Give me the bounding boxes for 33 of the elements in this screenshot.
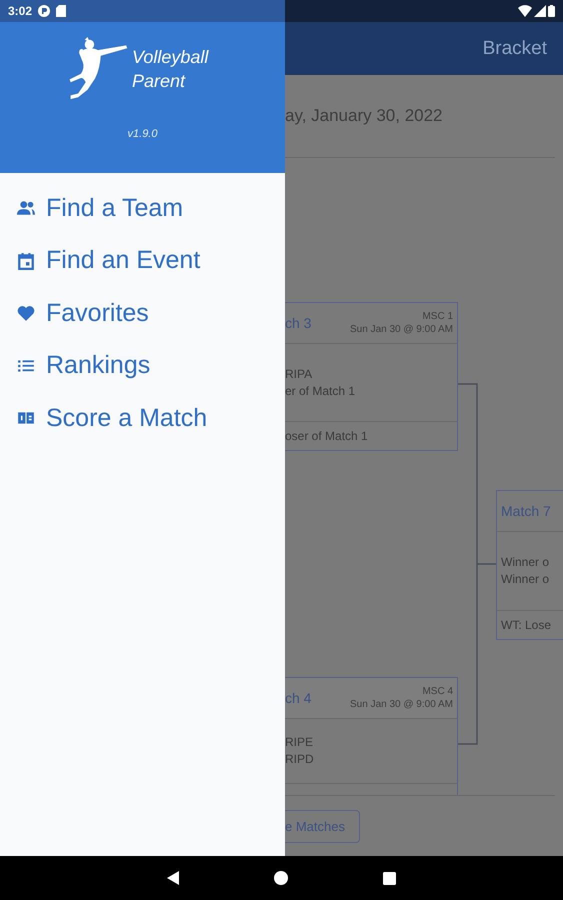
match-time: Sun Jan 30 @ 9:00 AM [350, 323, 453, 336]
people-icon [17, 199, 35, 218]
team-name: Winner o [501, 554, 550, 571]
work-team-label: WT: Lose [500, 617, 552, 634]
status-time: 3:02 [8, 4, 32, 18]
drawer-item[interactable]: Rankings [0, 340, 285, 392]
drawer-item[interactable]: Find a Team [0, 182, 285, 234]
app-bar-title: Bracket [482, 38, 547, 60]
team-name: RIPA [285, 366, 314, 382]
version-label: v1.9.0 [128, 128, 158, 140]
match-time: Sun Jan 30 @ 9:00 AM [350, 698, 453, 711]
court-label: MSC 1 [422, 310, 453, 323]
drawer-item[interactable]: Favorites [0, 287, 285, 340]
notification-icon [38, 5, 50, 17]
work-team-label: oser of Match 1 [285, 428, 369, 445]
team-name: er of Match 1 [285, 382, 356, 400]
calendar-icon [17, 252, 35, 270]
court-label: MSC 4 [422, 685, 453, 698]
sd-card-icon [56, 5, 66, 17]
app-name: Volleyball Parent [132, 46, 210, 93]
drawer-item[interactable]: Find an Event [0, 234, 285, 287]
heart-icon [17, 304, 35, 322]
back-icon [167, 871, 180, 885]
team-name: RIPD [285, 751, 315, 768]
wifi-icon [518, 5, 532, 17]
team-name: Winner o [501, 571, 550, 588]
recents-icon [382, 872, 396, 884]
home-icon [274, 871, 288, 885]
team-name: RIPE [285, 734, 314, 751]
date-heading: ay, January 30, 2022 [285, 106, 443, 126]
drawer-item[interactable]: Score a Match [0, 392, 285, 444]
signal-icon [534, 5, 546, 17]
battery-icon [548, 5, 555, 17]
